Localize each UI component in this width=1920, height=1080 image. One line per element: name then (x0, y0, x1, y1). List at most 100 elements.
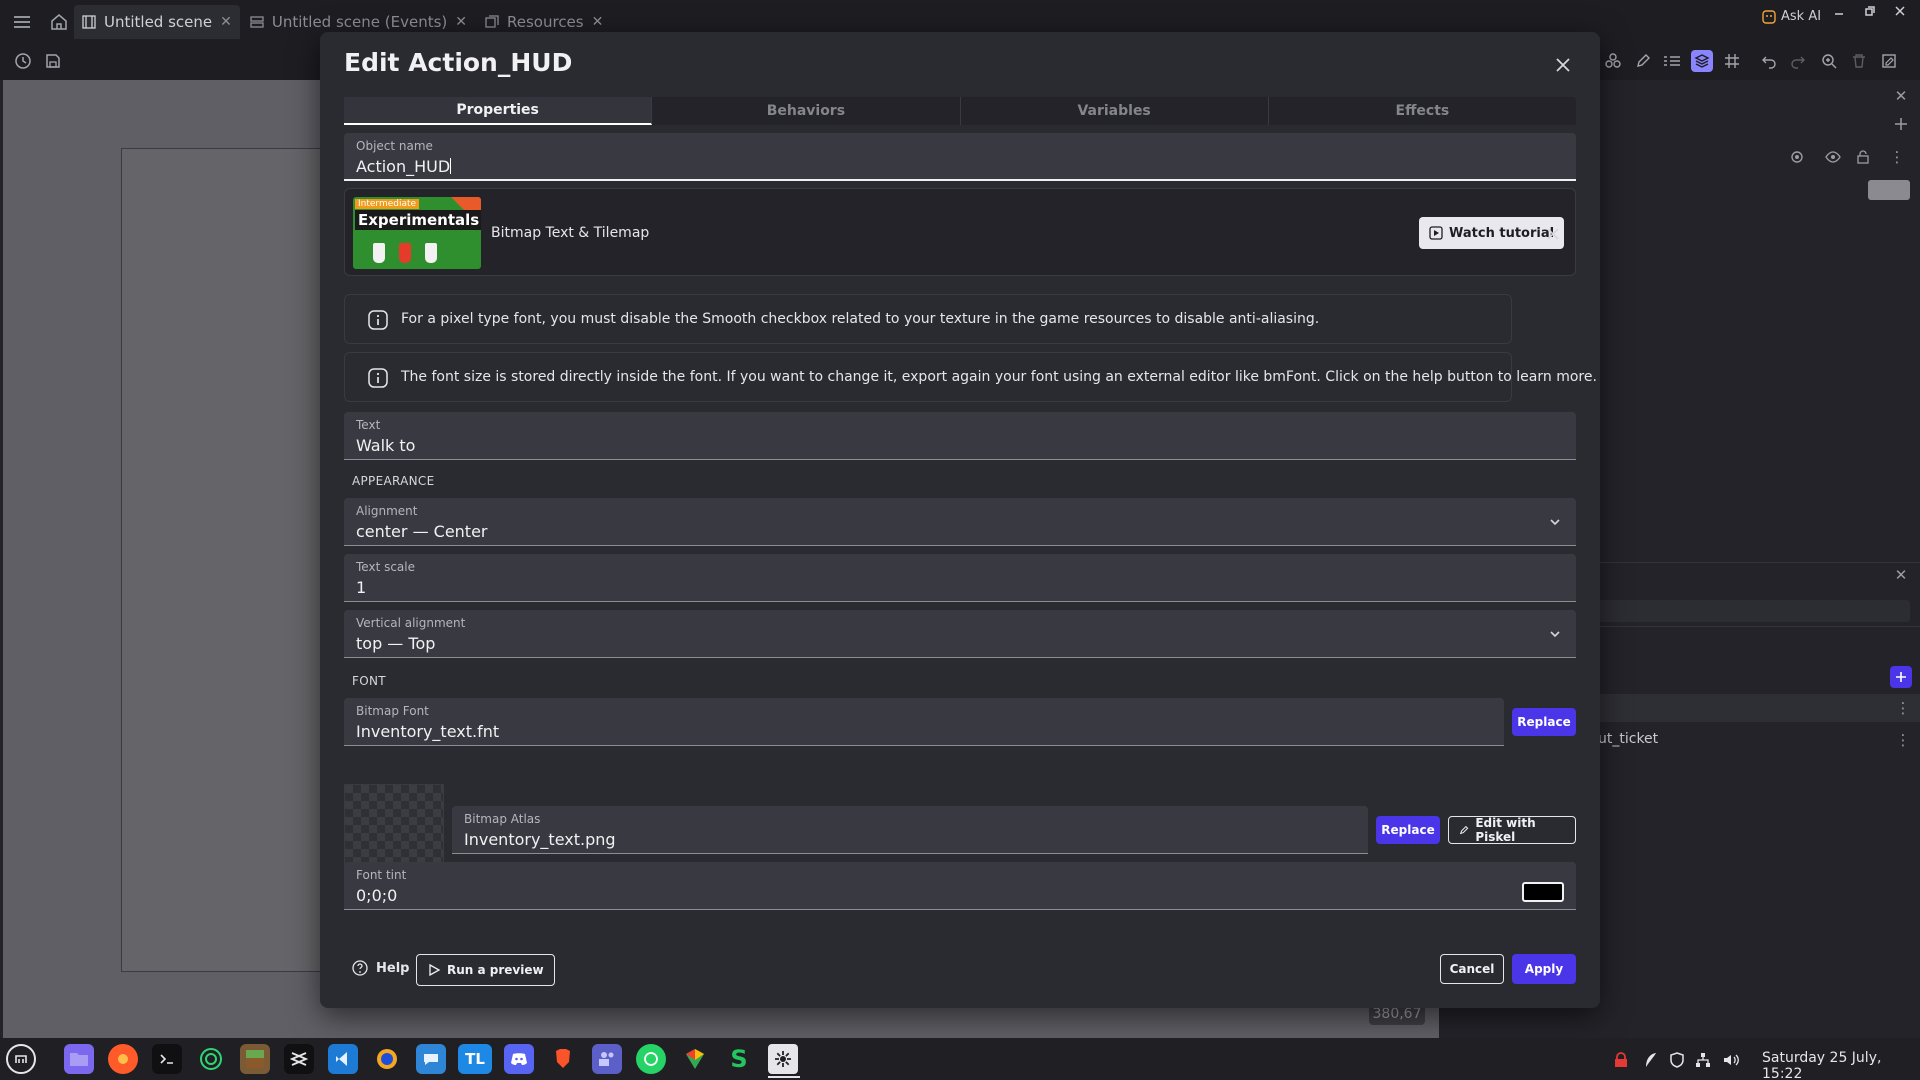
lock-icon[interactable] (1854, 148, 1872, 166)
layers-icon[interactable] (1691, 50, 1713, 72)
watch-tutorial-label: Watch tutorial (1449, 225, 1555, 241)
tab-properties[interactable]: Properties (344, 97, 653, 125)
add-layer-icon[interactable] (1892, 115, 1910, 133)
ask-ai-button[interactable]: Ask AI (1762, 9, 1821, 24)
minimize-icon[interactable] (1829, 3, 1849, 19)
tl-app-icon[interactable]: TL (458, 1044, 492, 1074)
more-icon[interactable]: ⋮ (1894, 731, 1912, 749)
instances-list-icon[interactable] (1661, 50, 1683, 72)
lighting-icon[interactable] (1788, 148, 1806, 166)
text-scale-field[interactable]: Text scale 1 (344, 554, 1576, 602)
color-swatch[interactable] (1522, 882, 1564, 902)
play-icon (1429, 226, 1443, 240)
vscode-icon[interactable] (328, 1044, 358, 1074)
close-tab-icon[interactable]: ✕ (455, 14, 467, 30)
zoom-icon[interactable] (1818, 50, 1840, 72)
undo-icon[interactable] (1758, 50, 1780, 72)
minecraft-icon[interactable] (240, 1044, 270, 1074)
list-item[interactable]: ut_ticket ⋮ (1598, 726, 1920, 754)
restore-icon[interactable] (1860, 3, 1880, 19)
replace-atlas-button[interactable]: Replace (1376, 816, 1440, 844)
tab-behaviors[interactable]: Behaviors (652, 97, 961, 125)
object-name-field[interactable]: Object name Action_HUD (344, 133, 1576, 181)
close-tab-icon[interactable]: ✕ (592, 14, 604, 30)
field-label: Object name (356, 139, 433, 153)
delete-icon[interactable] (1848, 50, 1870, 72)
close-panel-icon[interactable]: ✕ (1892, 566, 1910, 584)
apply-button[interactable]: Apply (1512, 954, 1576, 984)
replace-font-button[interactable]: Replace (1512, 708, 1576, 736)
font-tint-field[interactable]: Font tint 0;0;0 (344, 862, 1576, 910)
files-icon[interactable] (64, 1044, 94, 1074)
close-tab-icon[interactable]: ✕ (220, 14, 232, 30)
vertical-alignment-select[interactable]: Vertical alignment top — Top (344, 610, 1576, 658)
security-lock-icon[interactable] (1612, 1051, 1630, 1069)
feather-icon[interactable] (1642, 1051, 1660, 1069)
field-label: Alignment (356, 504, 418, 518)
history-icon[interactable] (12, 50, 34, 72)
discord-icon[interactable] (504, 1044, 534, 1074)
watch-tutorial-button[interactable]: Watch tutorial (1419, 217, 1565, 249)
grid-icon[interactable] (1721, 50, 1743, 72)
tab-effects[interactable]: Effects (1269, 97, 1576, 125)
cancel-button[interactable]: Cancel (1440, 954, 1504, 984)
alignment-select[interactable]: Alignment center — Center (344, 498, 1576, 546)
menu-icon[interactable] (0, 5, 44, 39)
whatsapp-icon[interactable] (636, 1044, 666, 1074)
volume-icon[interactable] (1722, 1051, 1740, 1069)
firefox-icon[interactable] (108, 1044, 138, 1074)
tab-untitled-scene[interactable]: Untitled scene ✕ (74, 5, 240, 39)
run-preview-button[interactable]: Run a preview (416, 954, 555, 986)
s-app-icon[interactable]: S (724, 1044, 754, 1074)
text-field[interactable]: Text Walk to (344, 412, 1576, 460)
network-icon[interactable] (1694, 1051, 1712, 1069)
tab-label: Untitled scene (Events) (271, 13, 448, 31)
teams-icon[interactable] (592, 1044, 622, 1074)
objects-icon[interactable] (1602, 50, 1624, 72)
brave-icon[interactable] (548, 1044, 578, 1074)
close-window-icon[interactable] (1890, 3, 1910, 19)
help-button[interactable]: Help (352, 960, 409, 976)
field-label: Text scale (356, 560, 416, 574)
add-object-button[interactable] (1890, 666, 1912, 688)
redo-icon[interactable] (1787, 50, 1809, 72)
layer-color-swatch[interactable] (1868, 180, 1910, 200)
terminal-icon[interactable] (152, 1044, 182, 1074)
start-menu-icon[interactable] (6, 1044, 36, 1074)
flask-icon (399, 243, 411, 263)
more-icon[interactable]: ⋮ (1894, 699, 1912, 717)
appearance-section-header: APPEARANCE (352, 474, 435, 488)
settings-icon[interactable] (768, 1044, 798, 1074)
home-icon[interactable] (44, 5, 74, 39)
field-value: top — Top (356, 634, 436, 653)
help-icon (352, 960, 368, 976)
close-icon[interactable] (1547, 225, 1561, 240)
system-clock[interactable]: Saturday 25 July, 15:22 (1762, 1050, 1920, 1080)
close-icon[interactable] (1550, 52, 1576, 78)
edit-with-piskel-label: Edit with Piskel (1475, 816, 1536, 844)
capcut-icon[interactable] (284, 1044, 314, 1074)
shield-icon[interactable] (1668, 1051, 1686, 1069)
tutorial-thumbnail: Intermediate Experimentals (353, 197, 481, 269)
tab-variables[interactable]: Variables (961, 97, 1269, 125)
visibility-icon[interactable] (1824, 148, 1842, 166)
close-panel-icon[interactable]: ✕ (1892, 87, 1910, 105)
more-icon[interactable]: ⋮ (1888, 148, 1906, 166)
field-value: Inventory_text.png (464, 830, 616, 849)
bitmap-font-field[interactable]: Bitmap Font Inventory_text.fnt (344, 698, 1504, 746)
maps-icon[interactable] (680, 1044, 710, 1074)
open-settings-icon[interactable] (1878, 50, 1900, 72)
object-name-value: Action_HUD (356, 157, 451, 176)
edit-object-dialog: Edit Action_HUD Properties Behaviors Var… (320, 32, 1600, 1008)
list-item[interactable]: ⋮ (1598, 694, 1920, 722)
chat-app-icon[interactable] (416, 1044, 446, 1074)
resources-icon (485, 15, 499, 28)
search-field[interactable] (1598, 600, 1910, 622)
info-icon (368, 368, 388, 388)
edit-icon[interactable] (1632, 50, 1654, 72)
gdevelop-icon[interactable] (196, 1044, 226, 1074)
obs-icon[interactable] (372, 1044, 402, 1074)
bitmap-atlas-field[interactable]: Bitmap Atlas Inventory_text.png (452, 806, 1368, 854)
save-icon[interactable] (42, 50, 64, 72)
edit-with-piskel-button[interactable]: Edit with Piskel (1448, 816, 1576, 844)
